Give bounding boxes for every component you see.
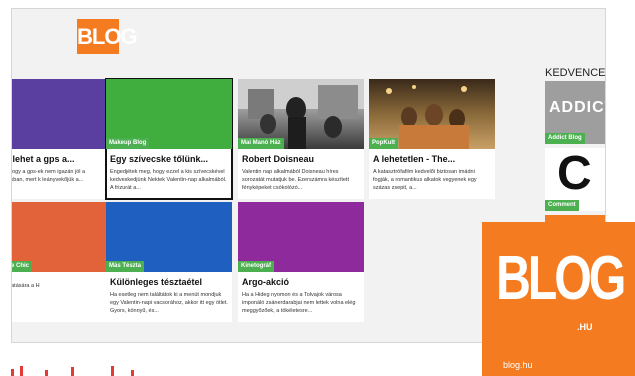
comment-logo: C	[557, 148, 592, 200]
article-tile-makeup[interactable]: Makeup Blog Egy szívecske tőlünk... Enge…	[105, 78, 233, 200]
article-tile-pasta[interactable]: Más Tészta Különleges tésztaétel Ha eset…	[106, 202, 232, 322]
tile-description: Valentin nap alkalmából Doisneau híres s…	[242, 169, 349, 191]
toast-logo-suffix: .HU	[577, 322, 593, 332]
favorites-heading: KEDVENCEK	[545, 67, 606, 79]
tile-description: Engedjétek meg, hogy ezzel a kis szívecs…	[110, 169, 227, 191]
article-tile-gps[interactable]: abb lehet a gps a... léma, hogy a gps-ek…	[11, 79, 116, 199]
bottom-decoration	[11, 366, 141, 376]
tile-description: trend hatására a H	[11, 283, 40, 289]
article-tile-argo[interactable]: Kinetográf Argo-akció Ha a Hideg nyomon …	[238, 202, 364, 322]
tile-source-tag: PopKult	[369, 138, 398, 149]
tile-source-tag: Makeup Blog	[106, 138, 150, 149]
blog-logo[interactable]: BLOG	[77, 19, 138, 54]
addict-logo: ADDICT	[549, 99, 605, 116]
article-tile-cycle-chic[interactable]: n Cycle Chic trend hatására a H	[11, 202, 116, 322]
tile-description: Ha esetleg nem találtátok ki a menüt mon…	[110, 292, 228, 314]
tile-title: Egy szívecske tőlünk...	[110, 154, 209, 164]
tile-source-tag: Mai Manó Ház	[238, 138, 284, 149]
notification-toast[interactable]: BLOG .HU blog.hu	[482, 222, 635, 376]
tile-title: A lehetetlen - The...	[373, 154, 456, 164]
article-tile-doisneau[interactable]: Mai Manó Ház Robert Doisneau Valentin na…	[238, 79, 364, 199]
tile-source-tag: Más Tészta	[106, 261, 145, 272]
tile-title: Robert Doisneau	[242, 154, 315, 164]
favorite-tag: Addict Blog	[545, 133, 585, 144]
tile-source-tag: n Cycle Chic	[12, 261, 33, 272]
tile-source-tag: Kinetográf	[238, 261, 274, 272]
toast-logo: BLOG	[496, 244, 626, 313]
app-root: BLOG abb lehet a gps a... léma, hogy a g…	[0, 0, 635, 376]
favorite-comment[interactable]: C Comment	[545, 148, 605, 211]
tile-title: abb lehet a gps a...	[12, 154, 75, 164]
tile-description: Ha a Hideg nyomon és a Tolvajok városa i…	[242, 292, 356, 314]
tile-image	[12, 79, 116, 149]
tile-description: A katasztrófafilm kedvelői biztosan imád…	[373, 169, 477, 191]
tile-description: léma, hogy a gps-ek nem igazán jól a vár…	[11, 169, 86, 183]
tile-title: Különleges tésztaétel	[110, 277, 203, 287]
tile-title: Argo-akció	[242, 277, 290, 287]
favorite-addict[interactable]: ADDICT Addict Blog	[545, 81, 605, 144]
favorite-tag: Comment	[545, 200, 579, 211]
article-tile-impossible[interactable]: PopKult A lehetetlen - The... A katasztr…	[369, 79, 495, 199]
toast-site-name: blog.hu	[503, 360, 533, 370]
